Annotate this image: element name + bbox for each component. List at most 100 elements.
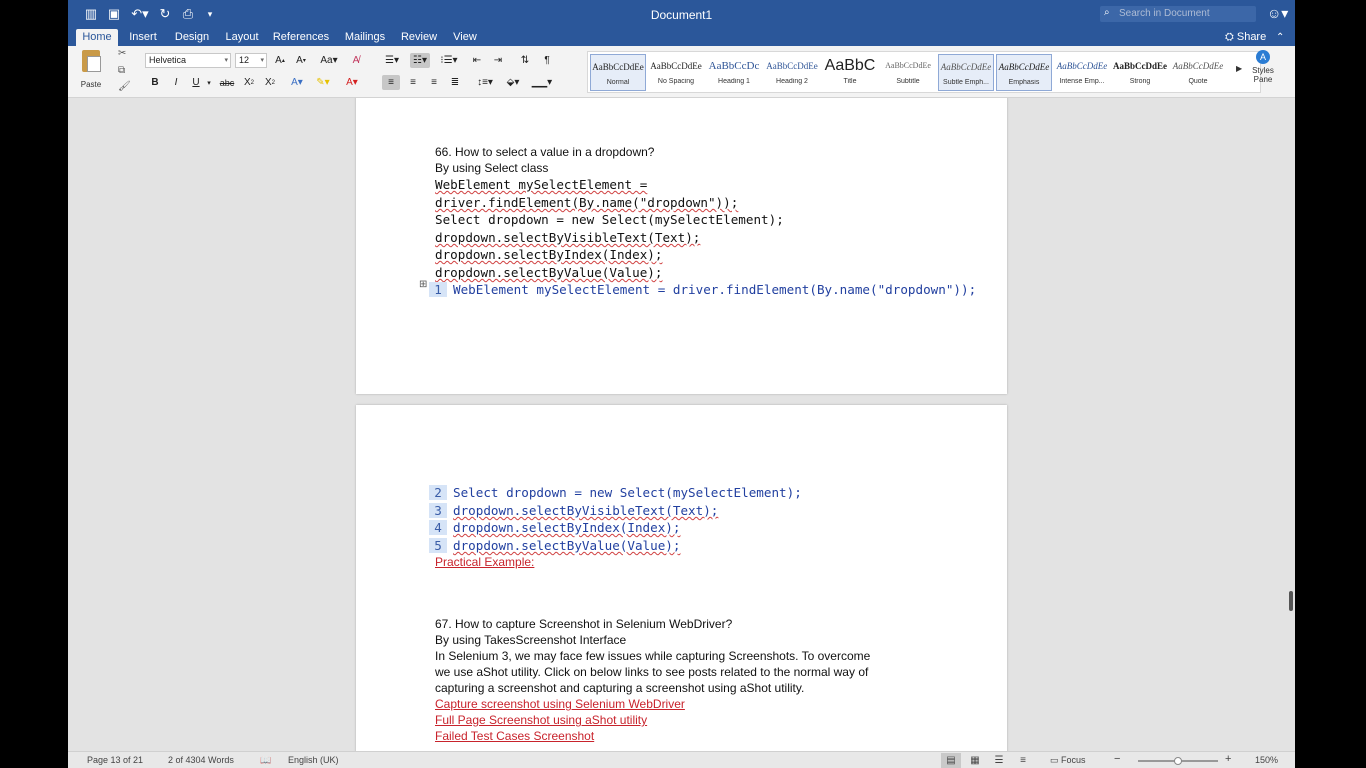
style-title[interactable]: AaBbC Title xyxy=(822,54,878,91)
pilcrow-icon[interactable]: ¶ xyxy=(540,53,554,68)
zoom-level[interactable]: 150% xyxy=(1255,755,1278,765)
language[interactable]: English (UK) xyxy=(288,755,339,765)
strikethrough-button[interactable]: abc xyxy=(218,75,236,90)
text-effects-icon[interactable]: A▾ xyxy=(287,75,307,90)
gallery-more-icon[interactable]: ▶ xyxy=(1236,64,1242,73)
paste-button[interactable]: Paste xyxy=(76,50,106,94)
tab-references[interactable]: References xyxy=(271,29,331,46)
numbered-code-line[interactable]: 1 WebElement mySelectElement = driver.fin… xyxy=(429,282,976,297)
collapse-ribbon-icon[interactable]: ⌃ xyxy=(1276,29,1284,46)
underline-button[interactable]: U xyxy=(189,75,203,90)
style-quote[interactable]: AaBbCcDdEe Quote xyxy=(1170,54,1226,91)
subscript-button[interactable]: X2 xyxy=(241,75,257,90)
clear-formatting-icon[interactable]: A̸ xyxy=(348,53,364,68)
outline-icon[interactable]: ☰ xyxy=(989,753,1009,768)
link-failed-test-cases[interactable]: Failed Test Cases Screenshot xyxy=(435,729,594,743)
increase-indent-icon[interactable]: ⇥ xyxy=(490,53,506,68)
numbered-code-line[interactable]: 2 Select dropdown = new Select(mySelectEl… xyxy=(429,485,802,500)
question-66[interactable]: 66. How to select a value in a dropdown? xyxy=(435,145,654,159)
table-move-handle-icon[interactable]: ⊞ xyxy=(419,279,427,290)
numbered-code-line[interactable]: 4 dropdown.selectByIndex(Index); xyxy=(429,520,680,535)
page-count[interactable]: Page 13 of 21 xyxy=(87,755,143,765)
style-no-spacing[interactable]: AaBbCcDdEe No Spacing xyxy=(648,54,704,91)
style-subtle-emphasis[interactable]: AaBbCcDdEe Subtle Emph... xyxy=(938,54,994,91)
italic-button[interactable]: I xyxy=(169,75,183,90)
paragraph-line[interactable]: In Selenium 3, we may face few issues wh… xyxy=(435,649,870,663)
paragraph-line[interactable]: capturing a screenshot and capturing a s… xyxy=(435,681,804,695)
title-bar: ▥ ▣ ↶▾ ↻ ⎙ ▾ Document1 Search in Documen… xyxy=(68,0,1295,29)
numbered-code-line[interactable]: 3 dropdown.selectByVisibleText(Text); xyxy=(429,503,718,518)
code-line[interactable]: dropdown.selectByValue(Value); xyxy=(435,265,662,280)
page: 2 Select dropdown = new Select(mySelectEl… xyxy=(356,405,1007,751)
zoom-in-icon[interactable]: + xyxy=(1225,753,1231,765)
share-button[interactable]: ⛭ Share xyxy=(1225,29,1266,46)
answer-66[interactable]: By using Select class xyxy=(435,161,548,175)
bold-button[interactable]: B xyxy=(148,75,162,90)
cut-icon[interactable]: ✂ xyxy=(118,48,126,59)
sort-icon[interactable]: ⇅ xyxy=(516,53,534,68)
style-strong[interactable]: AaBbCcDdEe Strong xyxy=(1112,54,1168,91)
borders-icon[interactable]: ▁▁▾ xyxy=(529,75,555,90)
justify-icon[interactable]: ≣ xyxy=(446,75,464,90)
web-layout-icon[interactable]: ▦ xyxy=(965,753,985,768)
font-size-select[interactable]: 12 ▾ xyxy=(235,53,267,68)
print-layout-icon[interactable]: ▤ xyxy=(941,753,961,768)
practical-example-link[interactable]: Practical Example: xyxy=(435,555,534,569)
code-line[interactable]: WebElement mySelectElement = xyxy=(435,177,647,192)
tab-mailings[interactable]: Mailings xyxy=(341,29,389,46)
word-count[interactable]: 2 of 4304 Words xyxy=(168,755,234,765)
numbered-code-line[interactable]: 5 dropdown.selectByValue(Value); xyxy=(429,538,680,553)
link-capture-screenshot[interactable]: Capture screenshot using Selenium WebDri… xyxy=(435,697,685,711)
style-intense-emphasis[interactable]: AaBbCcDdEe Intense Emp... xyxy=(1054,54,1110,91)
copy-icon[interactable]: ⧉ xyxy=(118,65,125,76)
change-case-icon[interactable]: Aa▾ xyxy=(318,53,340,68)
draft-icon[interactable]: ≡ xyxy=(1013,753,1033,768)
vertical-scrollbar-thumb[interactable] xyxy=(1289,591,1293,611)
chevron-down-icon[interactable]: ▾ xyxy=(205,75,213,90)
superscript-button[interactable]: X2 xyxy=(262,75,278,90)
code-line[interactable]: dropdown.selectByIndex(Index); xyxy=(435,247,662,262)
question-67[interactable]: 67. How to capture Screenshot in Seleniu… xyxy=(435,617,732,631)
decrease-indent-icon[interactable]: ⇤ xyxy=(469,53,485,68)
tab-review[interactable]: Review xyxy=(399,29,439,46)
feedback-smiley-icon[interactable]: ☺▾ xyxy=(1267,5,1288,22)
answer-67[interactable]: By using TakesScreenshot Interface xyxy=(435,633,626,647)
search-input[interactable]: Search in Document xyxy=(1100,6,1256,22)
code-line[interactable]: dropdown.selectByVisibleText(Text); xyxy=(435,230,700,245)
style-subtitle[interactable]: AaBbCcDdEe Subtitle xyxy=(880,54,936,91)
share-icon: ⛭ xyxy=(1225,31,1237,43)
bullets-icon[interactable]: ☰▾ xyxy=(382,53,402,68)
grow-font-icon[interactable]: A ▴ xyxy=(272,53,288,68)
paragraph-line[interactable]: we use aShot utility. Click on below lin… xyxy=(435,665,868,679)
format-painter-icon[interactable]: 🖌 xyxy=(118,81,131,92)
align-right-icon[interactable]: ≡ xyxy=(425,75,443,90)
tab-layout[interactable]: Layout xyxy=(223,29,261,46)
highlight-icon[interactable]: ✎▾ xyxy=(312,75,334,90)
style-normal[interactable]: AaBbCcDdEe Normal xyxy=(590,54,646,91)
zoom-slider-thumb[interactable] xyxy=(1174,757,1182,765)
shading-icon[interactable]: ⬙▾ xyxy=(502,75,524,90)
style-emphasis[interactable]: AaBbCcDdEe Emphasis xyxy=(996,54,1052,91)
font-color-icon[interactable]: A▾ xyxy=(341,75,363,90)
numbering-icon[interactable]: ☷▾ xyxy=(410,53,430,68)
line-spacing-icon[interactable]: ↕≡▾ xyxy=(473,75,497,90)
tab-insert[interactable]: Insert xyxy=(125,29,161,46)
multilevel-list-icon[interactable]: ⁝☰▾ xyxy=(438,53,460,68)
tab-home[interactable]: Home xyxy=(76,29,118,46)
shrink-font-icon[interactable]: A ▾ xyxy=(293,53,309,68)
code-line[interactable]: Select dropdown = new Select(mySelectEle… xyxy=(435,212,784,227)
zoom-slider[interactable] xyxy=(1138,757,1218,765)
style-heading-1[interactable]: AaBbCcDc Heading 1 xyxy=(706,54,762,91)
focus-button[interactable]: ▭ Focus xyxy=(1050,755,1086,766)
font-name-select[interactable]: Helvetica ▾ xyxy=(145,53,231,68)
link-full-page-screenshot[interactable]: Full Page Screenshot using aShot utility xyxy=(435,713,647,727)
styles-pane-button[interactable]: A Styles Pane xyxy=(1248,50,1278,84)
tab-view[interactable]: View xyxy=(449,29,481,46)
align-center-icon[interactable]: ≡ xyxy=(404,75,422,90)
align-left-icon[interactable]: ≡ xyxy=(382,75,400,90)
proofing-icon[interactable]: 📖 xyxy=(260,755,271,766)
style-heading-2[interactable]: AaBbCcDdEe Heading 2 xyxy=(764,54,820,91)
code-line[interactable]: driver.findElement(By.name("dropdown")); xyxy=(435,195,738,210)
tab-design[interactable]: Design xyxy=(172,29,212,46)
zoom-out-icon[interactable]: − xyxy=(1114,753,1120,765)
